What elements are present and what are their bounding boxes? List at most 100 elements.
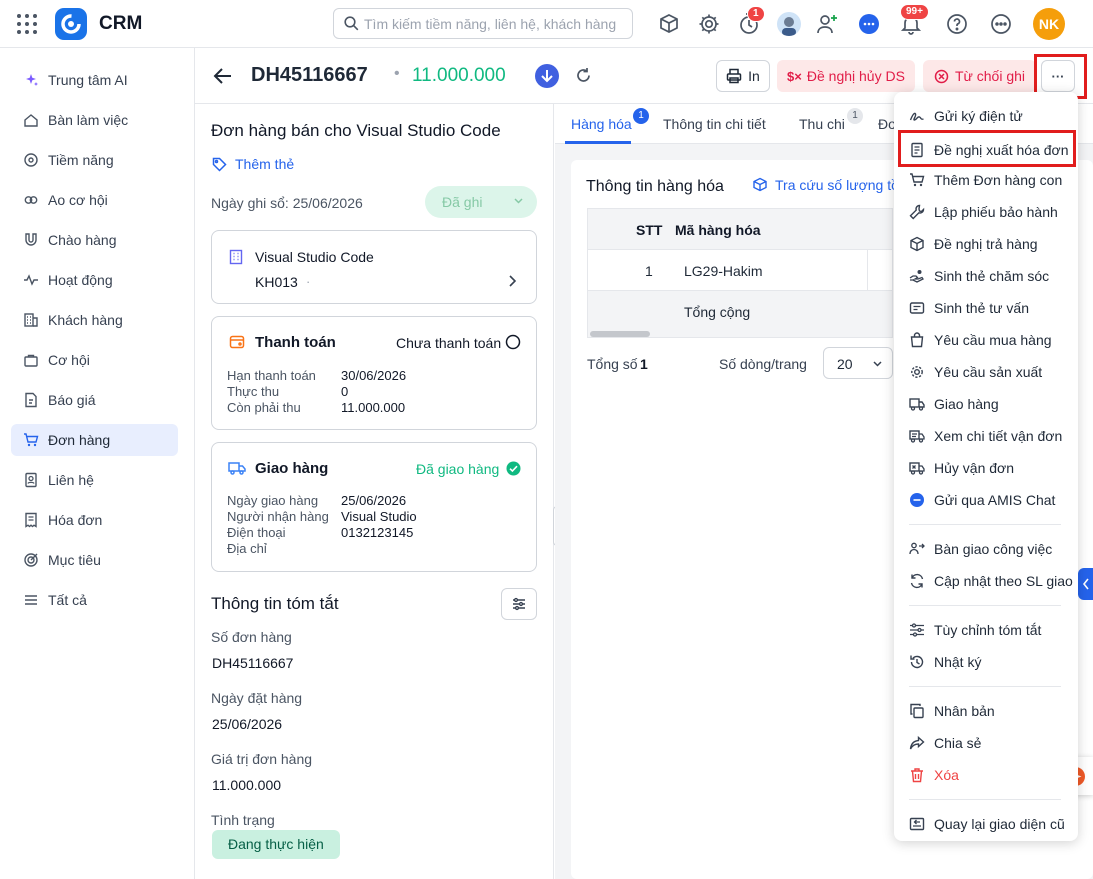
summary-order-date-value: 25/06/2026 [212, 716, 283, 732]
menu-item-cart-add[interactable]: Thêm Đơn hàng con [894, 164, 1078, 196]
customize-summary-button[interactable] [501, 588, 537, 620]
apps-grid-icon[interactable] [16, 13, 38, 35]
delivery-title: Giao hàng [255, 460, 329, 477]
crm-logo[interactable] [55, 8, 87, 40]
notification-badge: 99+ [900, 4, 929, 20]
chat-bubble-icon[interactable] [857, 12, 881, 36]
package-check-icon[interactable] [657, 12, 681, 36]
cancel-request-label: Đề nghị hủy DS [806, 68, 905, 84]
menu-item-label: Hủy vận đơn [934, 460, 1015, 476]
sidebar-item-9[interactable]: Đơn hàng [11, 424, 178, 456]
menu-separator [909, 605, 1061, 606]
back-arrow-icon[interactable] [212, 65, 234, 87]
right-drawer-toggle[interactable] [1078, 568, 1093, 600]
payment-status: Chưa thanh toán [396, 335, 502, 351]
menu-item-chat[interactable]: Gửi qua AMIS Chat [894, 484, 1078, 516]
menu-item-share[interactable]: Chia sẻ [894, 727, 1078, 759]
tab-goods[interactable]: Hàng hóa [571, 116, 632, 132]
reload-icon[interactable] [575, 67, 592, 84]
tab-income-badge: 1 [847, 108, 863, 124]
quote-icon [23, 392, 48, 408]
menu-item-care-hand[interactable]: Sinh thẻ chăm sóc [894, 260, 1078, 292]
sidebar-item-6[interactable]: Khách hàng [11, 304, 178, 336]
signature-icon [909, 108, 934, 124]
search-input[interactable] [364, 10, 626, 37]
menu-item-copy[interactable]: Nhân bản [894, 695, 1078, 727]
customer-card[interactable]: Visual Studio Code KH013 · [211, 230, 537, 304]
settings-gear-icon[interactable] [697, 12, 721, 36]
menu-item-label: Thêm Đơn hàng con [934, 172, 1063, 188]
reject-button[interactable]: Từ chối ghi [923, 60, 1036, 92]
printer-icon [726, 68, 742, 84]
sidebar-item-1[interactable]: Bàn làm việc [11, 104, 178, 136]
menu-item-wrench[interactable]: Lập phiếu bảo hành [894, 196, 1078, 228]
timer-badge: 1 [747, 6, 765, 22]
table-row[interactable]: 1 LG29-Hakim [588, 250, 892, 291]
download-icon[interactable] [535, 64, 559, 88]
more-actions-menu: Gửi ký điện tử Đề nghị xuất hóa đơn Thêm Đ… [894, 92, 1078, 841]
menu-item-handover[interactable]: Bàn giao công việc [894, 533, 1078, 565]
help-icon[interactable] [945, 12, 969, 36]
sidebar-item-11[interactable]: Hóa đơn [11, 504, 178, 536]
menu-item-refresh[interactable]: Cập nhật theo SL giao [894, 565, 1078, 597]
sidebar-item-0[interactable]: Trung tâm AI [11, 64, 178, 96]
stock-lookup-link[interactable]: Tra cứu số lượng tồ [752, 177, 899, 193]
menu-item-label: Bàn giao công việc [934, 541, 1053, 557]
sidebar-item-10[interactable]: Liên hệ [11, 464, 178, 496]
page-size-value: 20 [837, 356, 853, 372]
production-gear-icon [909, 364, 934, 380]
tab-income-expense[interactable]: Thu chi [799, 116, 845, 132]
menu-item-back-layout[interactable]: Quay lại giao diện cũ [894, 808, 1078, 840]
menu-item-label: Gửi ký điện tử [934, 108, 1023, 124]
horizontal-scrollbar[interactable] [588, 330, 892, 337]
sidebar-item-12[interactable]: Mục tiêu [11, 544, 178, 576]
row-stt: 1 [645, 263, 653, 279]
menu-item-trash[interactable]: Xóa [894, 759, 1078, 791]
menu-item-purchase-bag[interactable]: Yêu cầu mua hàng [894, 324, 1078, 356]
sidebar-item-13[interactable]: Tất cả [11, 584, 178, 616]
copy-icon [909, 703, 934, 719]
tab-details[interactable]: Thông tin chi tiết [663, 116, 766, 132]
payment-icon [229, 334, 245, 350]
sidebar-item-label: Tiềm năng [48, 152, 114, 168]
goods-table-header: STT Mã hàng hóa [588, 209, 892, 250]
sidebar-item-4[interactable]: Chào hàng [11, 224, 178, 256]
truck-icon [909, 396, 934, 412]
sidebar-item-label: Trung tâm AI [48, 72, 128, 88]
print-button[interactable]: In [716, 60, 770, 92]
user-avatar-image[interactable] [777, 12, 801, 36]
record-status-select[interactable]: Đã ghi [425, 186, 537, 218]
add-user-icon[interactable] [815, 12, 839, 36]
col-stt: STT [636, 222, 663, 238]
payment-remaining-value: 11.000.000 [341, 400, 406, 415]
reject-label: Từ chối ghi [954, 68, 1026, 84]
menu-item-production-gear[interactable]: Yêu cầu sản xuất [894, 356, 1078, 388]
menu-item-signature[interactable]: Gửi ký điện tử [894, 100, 1078, 132]
sidebar-item-3[interactable]: Ao cơ hội [11, 184, 178, 216]
user-avatar[interactable]: NK [1033, 8, 1065, 40]
menu-item-truck[interactable]: Giao hàng [894, 388, 1078, 420]
menu-item-cancel-waybill[interactable]: Hủy vận đơn [894, 452, 1078, 484]
search-icon [344, 16, 359, 31]
order-title: Đơn hàng bán cho Visual Studio Code [211, 121, 501, 140]
delivery-truck-icon [228, 461, 246, 475]
sidebar-item-8[interactable]: Báo giá [11, 384, 178, 416]
sidebar-item-7[interactable]: Cơ hội [11, 344, 178, 376]
sparkle-icon [23, 72, 48, 88]
cancel-request-button[interactable]: $× Đề nghị hủy DS [777, 60, 915, 92]
sidebar-item-5[interactable]: Hoạt động [11, 264, 178, 296]
add-tag-link[interactable]: Thêm thẻ [212, 156, 294, 172]
menu-item-box-return[interactable]: Đề nghị trả hàng [894, 228, 1078, 260]
page-size-select[interactable]: 20 [823, 347, 893, 379]
menu-item-waybill-truck[interactable]: Xem chi tiết vận đơn [894, 420, 1078, 452]
more-apps-icon[interactable] [989, 12, 1013, 36]
menu-item-sliders[interactable]: Tùy chỉnh tóm tắt [894, 614, 1078, 646]
delivery-status: Đã giao hàng [416, 461, 500, 477]
scrollbar-thumb[interactable] [590, 331, 650, 337]
purchase-bag-icon [909, 332, 934, 348]
sidebar-item-2[interactable]: Tiềm năng [11, 144, 178, 176]
menu-item-history[interactable]: Nhật ký [894, 646, 1078, 678]
order-amount: 11.000.000 [412, 65, 506, 86]
global-search[interactable] [333, 8, 633, 39]
menu-item-consult-card[interactable]: Sinh thẻ tư vấn [894, 292, 1078, 324]
